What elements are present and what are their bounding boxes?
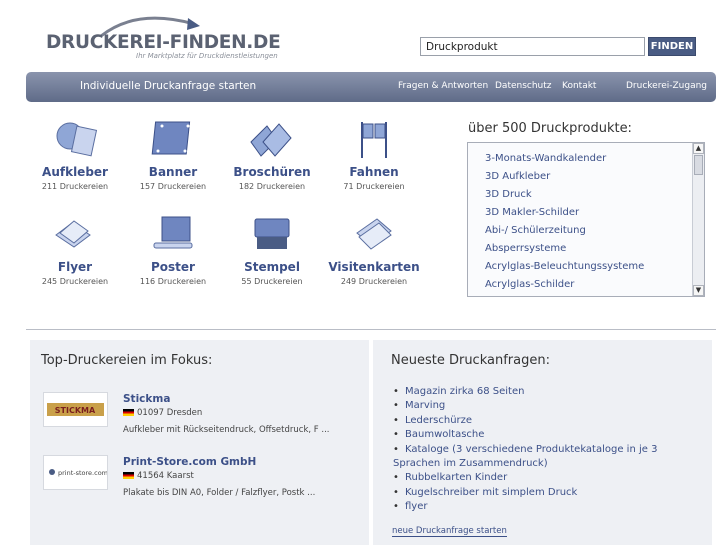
flyer-icon	[50, 213, 100, 255]
german-flag-icon	[123, 409, 134, 416]
product-list[interactable]: 3-Monats-Wandkalender 3D Aufkleber 3D Dr…	[467, 142, 705, 297]
nav-bar: Individuelle Druckanfrage starten Fragen…	[26, 72, 716, 102]
printer-description: Aufkleber mit Rückseitendruck, Offsetdru…	[123, 425, 330, 435]
request-item[interactable]: Marving	[393, 399, 685, 414]
printer-name[interactable]: Print-Store.com GmbH	[123, 456, 256, 468]
german-flag-icon	[123, 472, 134, 479]
request-item[interactable]: flyer	[393, 500, 685, 515]
category-count: 182 Druckereien	[238, 182, 306, 191]
request-item[interactable]: Rubbelkarten Kinder	[393, 471, 685, 486]
products-title: über 500 Druckprodukte:	[468, 121, 632, 136]
printer-description: Plakate bis DIN A0, Folder / Falzflyer, …	[123, 488, 316, 498]
category-name: Broschüren	[233, 165, 311, 179]
printer-name[interactable]: Stickma	[123, 393, 170, 405]
section-divider	[26, 329, 716, 330]
nav-link-faq[interactable]: Fragen & Antworten	[398, 81, 488, 91]
product-item[interactable]: Acrylglas-Beleuchtungssysteme	[485, 261, 644, 272]
product-item[interactable]: 3-Monats-Wandkalender	[485, 153, 606, 164]
printer-logo-text: print-store.com	[58, 469, 107, 477]
nav-link-printer-login[interactable]: Druckerei-Zugang	[626, 81, 707, 91]
request-item[interactable]: Kataloge (3 verschiedene Produktekatalog…	[393, 443, 685, 458]
printer-location-text: 01097 Dresden	[137, 408, 203, 418]
category-count: 55 Druckereien	[241, 277, 303, 286]
search-input[interactable]	[420, 37, 645, 56]
logo-text: DRUCKEREI-FINDEN.DE	[46, 32, 281, 53]
category-aufkleber[interactable]: Aufkleber 211 Druckereien	[25, 118, 125, 191]
category-name: Banner	[148, 165, 198, 179]
category-count: 245 Druckereien	[41, 277, 109, 286]
flag-icon	[349, 118, 399, 160]
scroll-down-icon[interactable]: ▼	[693, 285, 704, 296]
poster-icon	[148, 213, 198, 255]
category-banner[interactable]: Banner 157 Druckereien	[123, 118, 223, 191]
category-name: Flyer	[57, 260, 93, 274]
category-visitenkarten[interactable]: Visitenkarten 249 Druckereien	[324, 213, 424, 286]
category-name: Poster	[151, 260, 195, 274]
business-card-icon	[349, 213, 399, 255]
sticker-icon	[50, 118, 100, 160]
printer-logo-print-store[interactable]: print-store.com	[43, 455, 108, 490]
search-button[interactable]: FINDEN	[648, 37, 696, 56]
scroll-thumb[interactable]	[694, 155, 703, 175]
top-printers-title: Top-Druckereien im Fokus:	[41, 353, 213, 368]
printer-logo-text: STICKMA	[55, 406, 96, 415]
request-item[interactable]: Baumwoltasche	[393, 428, 685, 443]
request-item-continuation[interactable]: Sprachen im Zusammendruck)	[393, 457, 685, 471]
banner-icon	[148, 118, 198, 160]
category-stempel[interactable]: Stempel 55 Druckereien	[222, 213, 322, 286]
request-item[interactable]: Magazin zirka 68 Seiten	[393, 385, 685, 400]
printer-location-text: 41564 Kaarst	[137, 471, 194, 481]
category-count: 211 Druckereien	[41, 182, 109, 191]
category-count: 157 Druckereien	[139, 182, 207, 191]
top-printers-panel: Top-Druckereien im Fokus: STICKMA Stickm…	[30, 340, 369, 545]
category-name: Fahnen	[349, 165, 399, 179]
category-count: 116 Druckereien	[139, 277, 207, 286]
category-count: 249 Druckereien	[340, 277, 408, 286]
stamp-icon	[247, 213, 297, 255]
category-fahnen[interactable]: Fahnen 71 Druckereien	[324, 118, 424, 191]
logo-tagline: Ihr Marktplatz für Druckdienstleistungen	[136, 52, 278, 60]
category-poster[interactable]: Poster 116 Druckereien	[123, 213, 223, 286]
nav-start-request-link[interactable]: Individuelle Druckanfrage starten	[80, 80, 256, 92]
product-item[interactable]: Abi-/ Schülerzeitung	[485, 225, 586, 236]
site-logo[interactable]: DRUCKEREI-FINDEN.DE Ihr Marktplatz für D…	[46, 14, 281, 62]
product-item[interactable]: 3D Druck	[485, 189, 532, 200]
printer-location: 01097 Dresden	[123, 408, 202, 418]
product-item[interactable]: Acrylglas-Schilder	[485, 279, 574, 290]
category-flyer[interactable]: Flyer 245 Druckereien	[25, 213, 125, 286]
printer-logo-stickma[interactable]: STICKMA	[43, 392, 108, 427]
product-list-scrollbar[interactable]: ▲ ▼	[692, 143, 704, 296]
category-name: Aufkleber	[42, 165, 108, 179]
request-item[interactable]: Kugelschreiber mit simplem Druck	[393, 486, 685, 501]
category-name: Visitenkarten	[328, 260, 420, 274]
scroll-up-icon[interactable]: ▲	[693, 143, 704, 154]
request-list: Magazin zirka 68 Seiten Marving Ledersch…	[393, 385, 685, 515]
brochure-icon	[247, 118, 297, 160]
product-item[interactable]: 3D Makler-Schilder	[485, 207, 579, 218]
category-name: Stempel	[244, 260, 300, 274]
nav-link-privacy[interactable]: Datenschutz	[495, 81, 552, 91]
latest-requests-title: Neueste Druckanfragen:	[391, 353, 550, 368]
product-item[interactable]: Absperrsysteme	[485, 243, 566, 254]
product-item[interactable]: 3D Aufkleber	[485, 171, 550, 182]
latest-requests-panel: Neueste Druckanfragen: Magazin zirka 68 …	[373, 340, 712, 545]
printer-location: 41564 Kaarst	[123, 471, 194, 481]
category-broschueren[interactable]: Broschüren 182 Druckereien	[222, 118, 322, 191]
category-count: 71 Druckereien	[343, 182, 405, 191]
new-request-link[interactable]: neue Druckanfrage starten	[392, 526, 507, 537]
nav-link-contact[interactable]: Kontakt	[562, 81, 596, 91]
request-item[interactable]: Lederschürze	[393, 414, 685, 429]
